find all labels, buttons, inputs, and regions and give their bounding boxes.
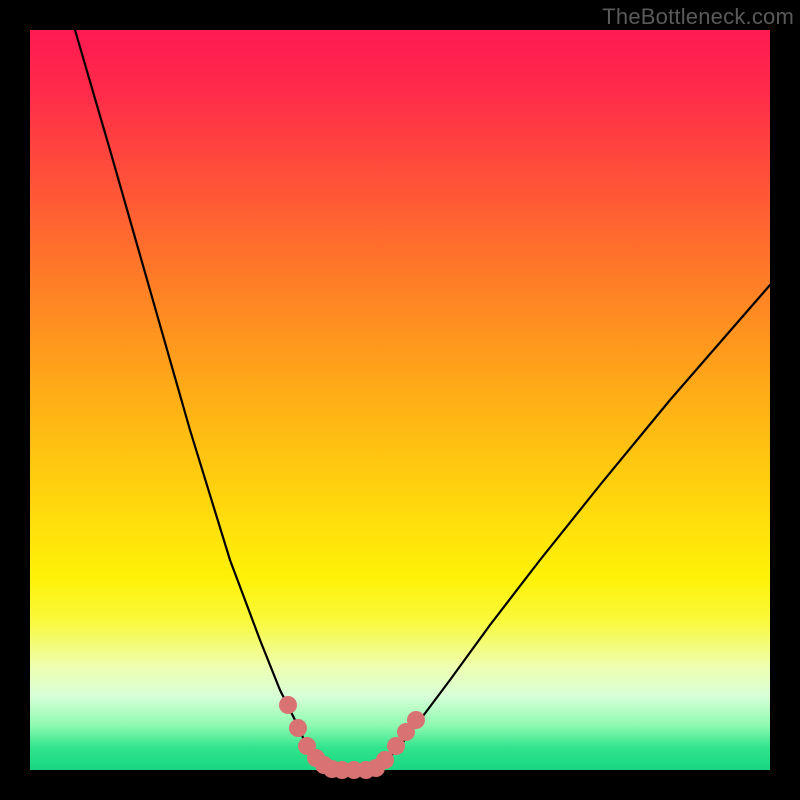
chart-svg [30,30,770,770]
curve-left-branch [75,30,335,770]
data-marker [407,711,425,729]
chart-frame: TheBottleneck.com [0,0,800,800]
data-marker [289,719,307,737]
curve-right-branch [375,285,770,770]
data-marker [376,751,394,769]
data-marker [279,696,297,714]
data-markers-group [279,696,425,779]
bottleneck-curve [75,30,770,770]
watermark-text: TheBottleneck.com [602,4,794,30]
